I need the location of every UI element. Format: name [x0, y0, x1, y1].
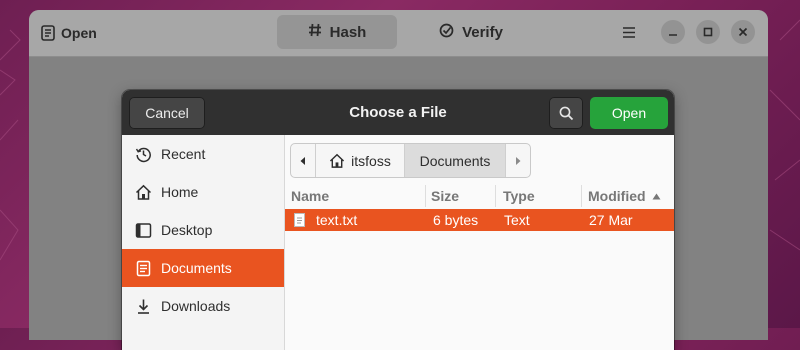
file-chooser-dialog: Cancel Choose a File Open Recent Home De… — [122, 90, 674, 350]
path-segment-label: Documents — [419, 152, 491, 169]
sidebar-item-label: Home — [161, 184, 199, 200]
file-list-pane: itsfoss Documents Name Size Type Modifie… — [285, 135, 674, 350]
chevron-left-icon — [300, 156, 305, 165]
dialog-header-bar: Cancel Choose a File Open — [122, 90, 674, 135]
cancel-button[interactable]: Cancel — [129, 97, 205, 129]
column-name[interactable]: Name — [291, 185, 329, 207]
tab-verify-label: Verify — [462, 23, 503, 41]
column-modified-label: Modified — [588, 188, 646, 204]
close-icon — [738, 27, 748, 37]
desktop-icon — [134, 221, 152, 239]
table-row[interactable]: text.txt 6 bytes Text 27 Mar — [285, 209, 674, 231]
app-header-bar: Open Hash Verify — [29, 10, 768, 57]
open-document-icon — [41, 25, 55, 41]
clock-icon — [134, 145, 152, 163]
places-sidebar: Recent Home Desktop Documents Downloads — [122, 135, 285, 350]
sidebar-item-home[interactable]: Home — [122, 173, 284, 211]
tab-hash-label: Hash — [329, 23, 367, 41]
path-scroll-right-button[interactable] — [506, 144, 530, 177]
file-type: Text — [504, 212, 530, 228]
maximize-icon — [703, 27, 713, 37]
sidebar-item-label: Recent — [161, 146, 206, 162]
sidebar-item-label: Downloads — [161, 298, 231, 314]
sidebar-item-documents[interactable]: Documents — [122, 249, 284, 287]
column-type[interactable]: Type — [503, 185, 535, 207]
maximize-button[interactable] — [696, 20, 720, 44]
path-segment-home[interactable]: itsfoss — [316, 144, 405, 177]
path-segment-documents[interactable]: Documents — [405, 144, 506, 177]
minimize-icon — [669, 34, 677, 36]
path-segment-label: itsfoss — [351, 152, 391, 169]
path-bar: itsfoss Documents — [290, 143, 531, 178]
app-open-button[interactable]: Open — [41, 21, 97, 45]
home-icon — [330, 153, 345, 168]
search-button[interactable] — [549, 97, 583, 129]
file-modified: 27 Mar — [589, 212, 633, 228]
download-icon — [134, 297, 152, 315]
sidebar-item-label: Documents — [161, 260, 232, 276]
column-modified[interactable]: Modified — [588, 185, 661, 207]
tab-hash[interactable]: Hash — [277, 15, 397, 49]
chevron-right-icon — [516, 156, 521, 165]
home-icon — [134, 183, 152, 201]
sidebar-item-label: Desktop — [161, 222, 213, 238]
text-file-icon — [294, 213, 305, 227]
close-button[interactable] — [731, 20, 755, 44]
open-button[interactable]: Open — [590, 97, 668, 129]
documents-icon — [134, 259, 152, 277]
path-scroll-left-button[interactable] — [291, 144, 316, 177]
sidebar-item-recent[interactable]: Recent — [122, 135, 284, 173]
sidebar-item-downloads[interactable]: Downloads — [122, 287, 284, 325]
hamburger-menu-button[interactable] — [617, 20, 641, 44]
search-icon — [559, 106, 573, 120]
hash-icon — [308, 23, 322, 41]
sort-ascending-icon — [652, 193, 661, 199]
hamburger-icon — [623, 26, 635, 38]
file-list-header: Name Size Type Modified — [285, 185, 674, 207]
file-size: 6 bytes — [433, 212, 479, 228]
check-circle-icon — [439, 23, 454, 42]
column-size[interactable]: Size — [431, 185, 459, 207]
file-name: text.txt — [316, 212, 358, 228]
app-open-label: Open — [61, 25, 97, 41]
tab-verify[interactable]: Verify — [415, 15, 527, 49]
minimize-button[interactable] — [661, 20, 685, 44]
sidebar-item-desktop[interactable]: Desktop — [122, 211, 284, 249]
